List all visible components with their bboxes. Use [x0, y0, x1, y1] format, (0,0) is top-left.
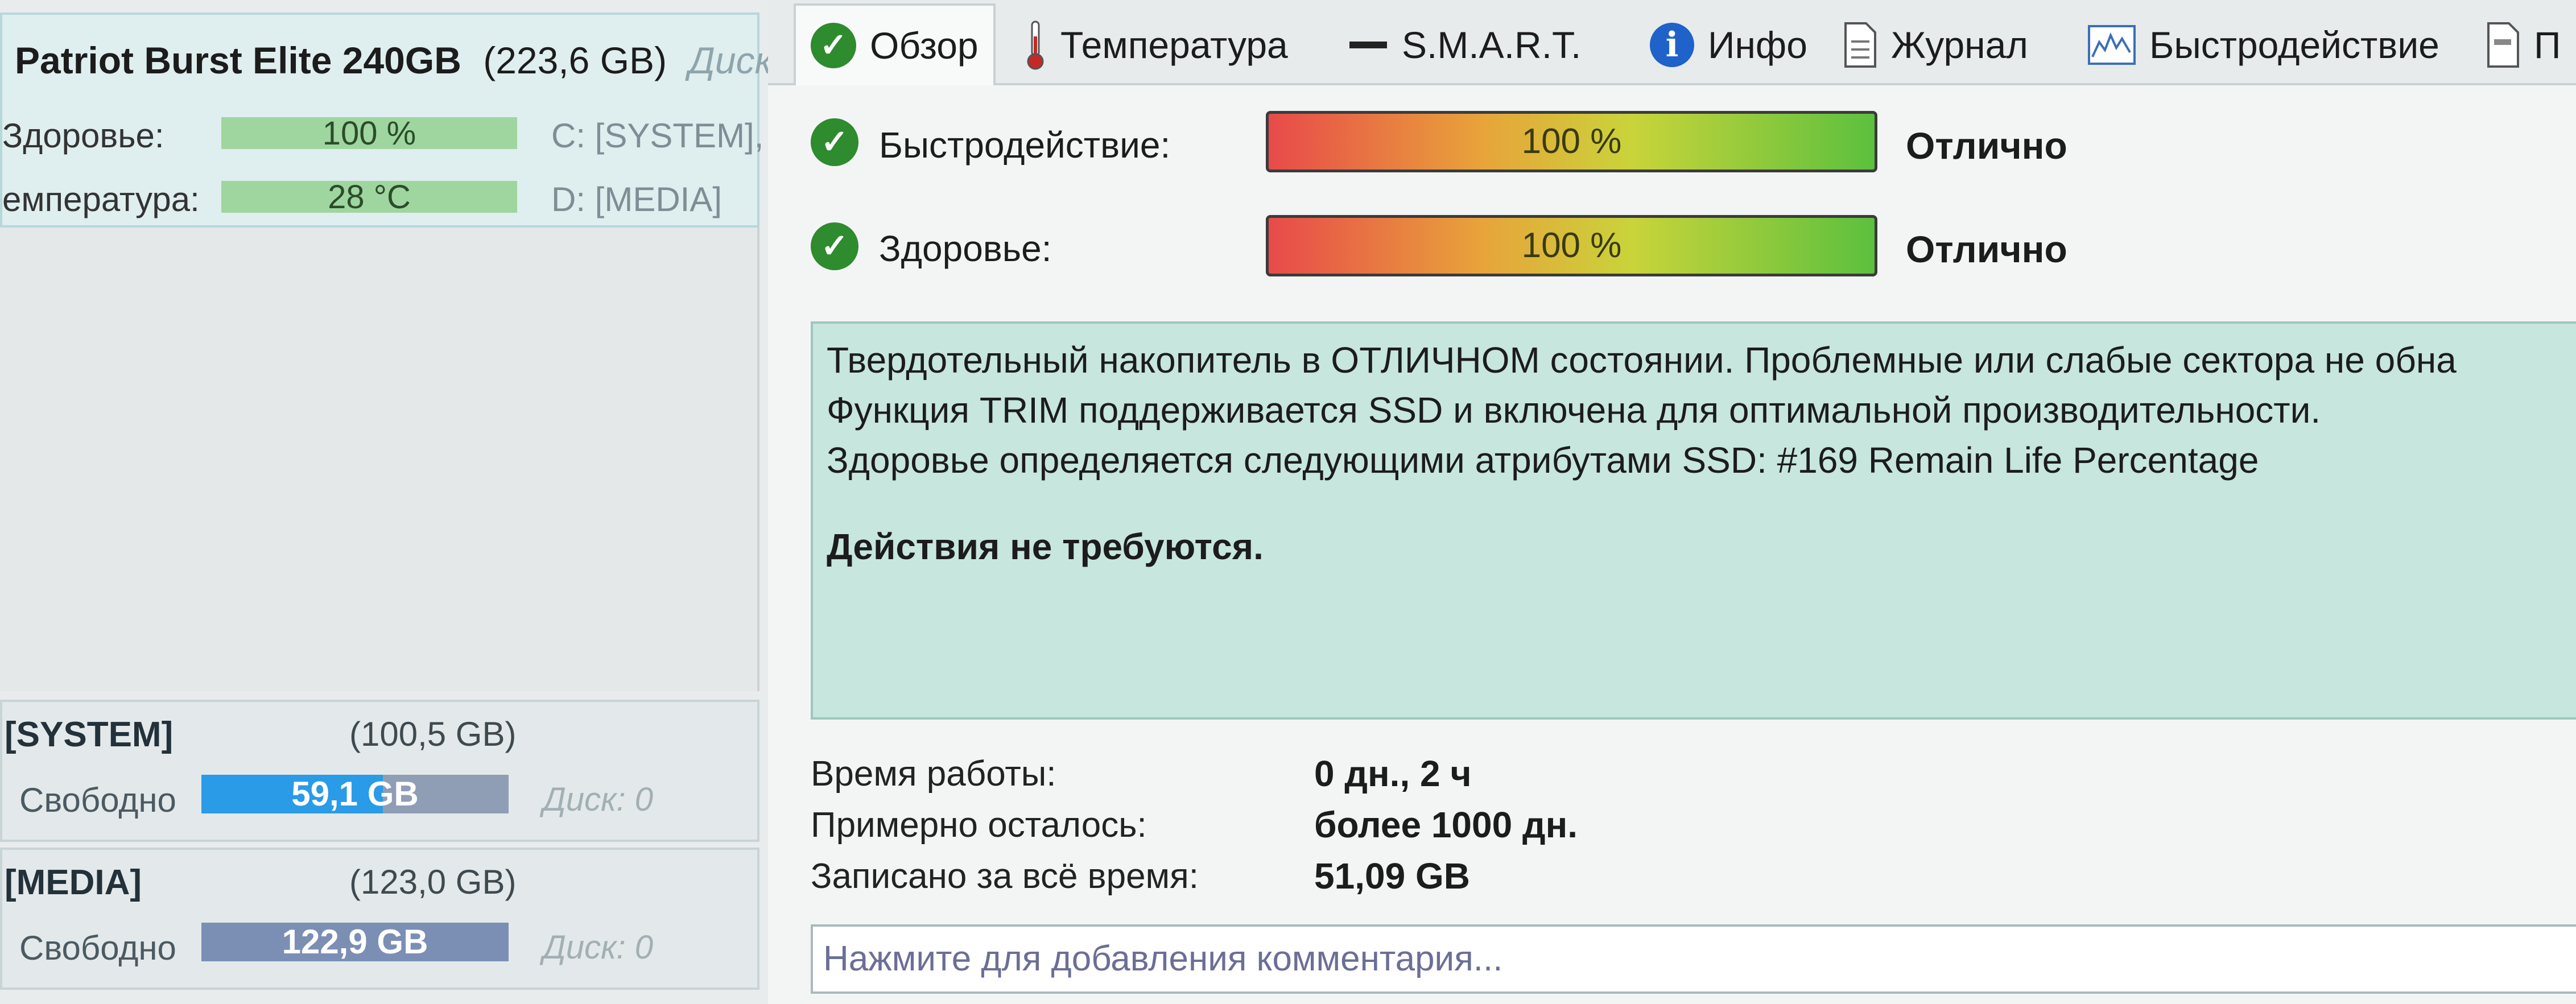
health-mini-bar: 100 % — [221, 115, 517, 152]
partition-media[interactable]: [MEDIA] (123,0 GB) Свободно 122,9 GB Дис… — [0, 848, 759, 990]
partition-free-bar: 122,9 GB — [201, 923, 509, 961]
partition-name: [MEDIA] — [5, 863, 142, 902]
partition-size: (123,0 GB) — [349, 863, 517, 901]
tab-info[interactable]: i Инфо — [1650, 8, 1807, 82]
partition-free-label: Свободно — [19, 929, 176, 967]
document-icon — [1843, 21, 1877, 69]
disk-title: Patriot Burst Elite 240GB (223,6 GB) Дис… — [15, 39, 814, 82]
tab-label: П — [2534, 24, 2561, 66]
overview-panel: ✓ Быстродействие: 100 % Отлично ✓ Здоров… — [768, 85, 2576, 1004]
health-mini-value: 100 % — [322, 115, 416, 152]
temperature-label: емпература: — [2, 180, 200, 218]
page-icon — [2486, 21, 2520, 69]
status-summary: Твердотельный накопитель в ОТЛИЧНОМ сост… — [811, 321, 2576, 720]
remaining-value: более 1000 дн. — [1314, 804, 1578, 845]
tab-temperature[interactable]: Температура — [1024, 8, 1288, 82]
temperature-mini-value: 28 °C — [328, 179, 411, 216]
comment-field[interactable]: Нажмите для добавления комментария... — [811, 924, 2576, 994]
partition-disk-index: Диск: 0 — [543, 929, 653, 966]
disk-card[interactable]: Patriot Burst Elite 240GB (223,6 GB) Дис… — [0, 13, 814, 228]
uptime-value: 0 дн., 2 ч — [1314, 753, 1472, 794]
info-icon: i — [1650, 23, 1694, 67]
tab-log[interactable]: Журнал — [1843, 8, 2028, 82]
performance-value: 100 % — [1521, 122, 1622, 161]
tab-label: Инфо — [1708, 24, 1807, 66]
partition-system[interactable]: [SYSTEM] (100,5 GB) Свободно 59,1 GB Дис… — [0, 700, 759, 842]
partition-disk-index: Диск: 0 — [543, 781, 653, 818]
written-value: 51,09 GB — [1314, 856, 1470, 896]
health-value: 100 % — [1521, 226, 1622, 265]
uptime-label: Время работы: — [811, 754, 1056, 794]
health-bar: 100 % — [1266, 215, 1877, 276]
partition-free-value: 122,9 GB — [282, 923, 428, 961]
thermometer-icon — [1024, 19, 1047, 71]
volume-c: C: [SYSTEM], — [551, 117, 764, 155]
left-pane: Patriot Burst Elite 240GB (223,6 GB) Дис… — [0, 0, 814, 1004]
summary-line: Твердотельный накопитель в ОТЛИЧНОМ сост… — [827, 340, 2457, 381]
check-icon: ✓ — [811, 23, 856, 68]
performance-chart-icon — [2088, 25, 2136, 65]
tab-smart[interactable]: S.M.A.R.T. — [1348, 8, 1581, 82]
disk-capacity: (223,6 GB) — [483, 39, 667, 81]
tab-label: Быстродействие — [2149, 24, 2439, 66]
temperature-mini-bar: 28 °C — [221, 179, 517, 216]
check-icon: ✓ — [811, 222, 858, 270]
tab-performance[interactable]: Быстродействие — [2088, 8, 2439, 82]
partition-name: [SYSTEM] — [5, 715, 174, 754]
check-icon: ✓ — [811, 118, 858, 166]
partition-free-bar: 59,1 GB — [201, 775, 509, 813]
smart-bar-icon — [1348, 34, 1388, 56]
performance-rating: Отлично — [1906, 125, 2067, 167]
partition-free-value: 59,1 GB — [291, 775, 419, 813]
partition-free-label: Свободно — [19, 781, 176, 819]
tab-label: Журнал — [1891, 24, 2028, 66]
disk-name: Patriot Burst Elite 240GB — [15, 39, 461, 81]
disk-list-empty-area — [0, 228, 759, 691]
volume-d: D: [MEDIA] — [551, 180, 723, 218]
tab-label: Обзор — [870, 24, 979, 67]
tab-overview[interactable]: ✓ Обзор — [794, 3, 996, 85]
comment-placeholder: Нажмите для добавления комментария... — [823, 939, 1503, 978]
health-label: Здоровье: — [2, 117, 164, 155]
summary-line: Функция TRIM поддерживается SSD и включе… — [827, 390, 2321, 431]
tab-bar: ✓ Обзор Температура S.M.A.R.T. i Инфо Жу… — [768, 0, 2576, 85]
health-label: Здоровье: — [879, 228, 1052, 269]
health-row: ✓ — [811, 215, 858, 278]
tab-label: Температура — [1060, 24, 1288, 66]
tab-partial[interactable]: П — [2486, 8, 2561, 82]
tab-label: S.M.A.R.T. — [1402, 24, 1582, 66]
performance-bar: 100 % — [1266, 111, 1877, 172]
remaining-label: Примерно осталось: — [811, 805, 1147, 845]
partition-size: (100,5 GB) — [349, 715, 517, 753]
performance-label: Быстродействие: — [879, 125, 1171, 166]
performance-row: ✓ — [811, 111, 858, 173]
summary-line: Здоровье определяется следующими атрибут… — [827, 440, 2259, 481]
written-label: Записано за всё время: — [811, 857, 1199, 896]
health-rating: Отлично — [1906, 228, 2067, 270]
summary-action: Действия не требуются. — [827, 526, 1264, 567]
